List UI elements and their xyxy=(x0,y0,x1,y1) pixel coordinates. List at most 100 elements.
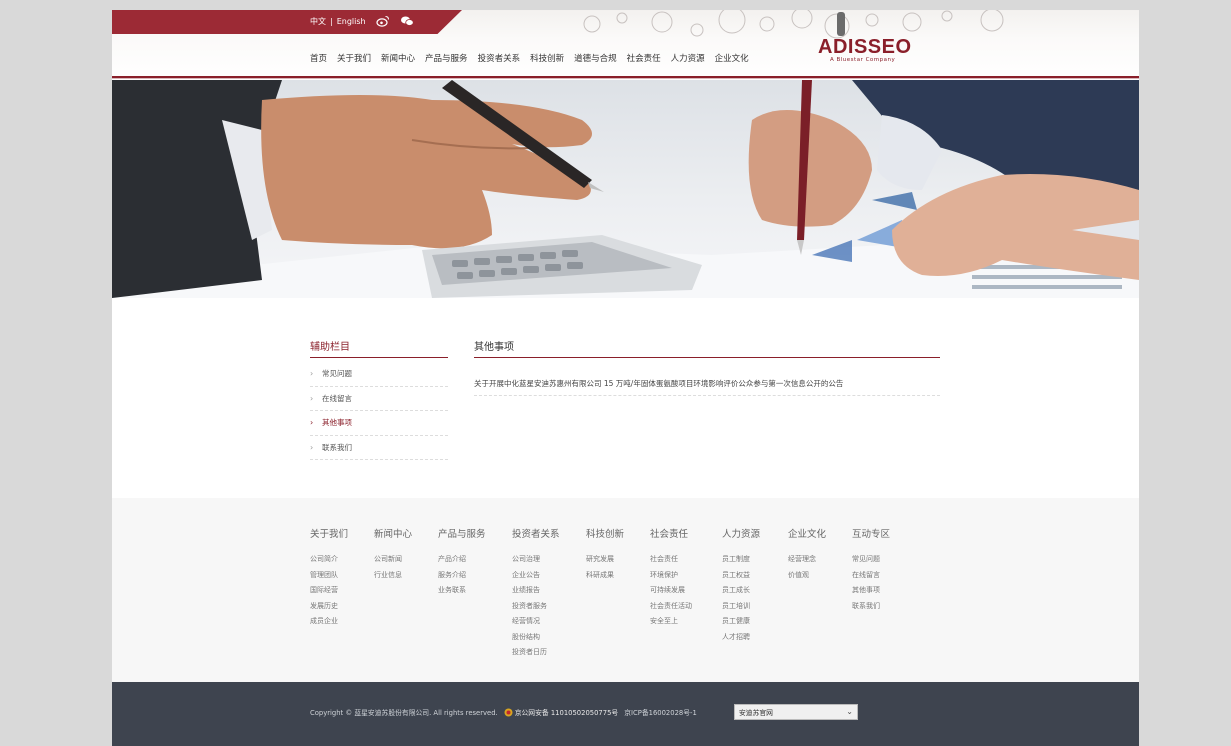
copyright-text: Copyright © 蓝星安迪苏股份有限公司. All rights rese… xyxy=(310,709,498,717)
footer-link[interactable]: 安全至上 xyxy=(650,614,722,630)
chevron-right-icon: › xyxy=(310,418,314,428)
nav-ethics[interactable]: 道德与合规 xyxy=(574,52,617,64)
footer-link[interactable]: 社会责任活动 xyxy=(650,599,722,615)
footer-col-heading[interactable]: 投资者关系 xyxy=(512,526,586,540)
nav-culture[interactable]: 企业文化 xyxy=(715,52,749,64)
footer-col-culture: 企业文化 经营理念 价值观 xyxy=(788,526,852,661)
footer-col-innovation: 科技创新 研究发展 科研成果 xyxy=(586,526,650,661)
footer-col-heading[interactable]: 企业文化 xyxy=(788,526,852,540)
logo-tagline: A Bluestar Company xyxy=(830,57,896,63)
nav-news[interactable]: 新闻中心 xyxy=(381,52,415,64)
footer-link[interactable]: 常见问题 xyxy=(852,552,916,568)
footer-col-responsibility: 社会责任 社会责任 环境保护 可持续发展 社会责任活动 安全至上 xyxy=(650,526,722,661)
footer-link[interactable]: 国际经营 xyxy=(310,583,374,599)
social-links xyxy=(376,14,414,28)
chevron-right-icon: › xyxy=(310,369,314,379)
chevron-down-icon: ⌄ xyxy=(846,707,853,716)
sidebar-item-label: 在线留言 xyxy=(322,393,352,403)
nav-investors[interactable]: 投资者关系 xyxy=(478,52,521,64)
footer-link[interactable]: 员工健康 xyxy=(722,614,788,630)
site-select[interactable]: 安迪苏官网 ⌄ xyxy=(734,704,858,720)
footer-link[interactable]: 经营理念 xyxy=(788,552,852,568)
footer-link[interactable]: 研究发展 xyxy=(586,552,650,568)
footer-link[interactable]: 公司治理 xyxy=(512,552,586,568)
page: 中文 | English ADISSEO A Bluestar Company xyxy=(112,10,1139,746)
footer-link[interactable]: 员工培训 xyxy=(722,599,788,615)
hero-banner xyxy=(112,80,1139,298)
footer-link[interactable]: 股份结构 xyxy=(512,630,586,646)
header-decoration xyxy=(583,10,1004,39)
footer-col-heading[interactable]: 产品与服务 xyxy=(438,526,512,540)
footer-link[interactable]: 环境保护 xyxy=(650,568,722,584)
nav-home[interactable]: 首页 xyxy=(310,52,327,64)
footer-col-heading[interactable]: 科技创新 xyxy=(586,526,650,540)
footer-link[interactable]: 员工制度 xyxy=(722,552,788,568)
footer-link[interactable]: 发展历史 xyxy=(310,599,374,615)
footer-col-products: 产品与服务 产品介绍 服务介绍 业务联系 xyxy=(438,526,512,661)
sidebar-item-other-matters[interactable]: › 其他事项 xyxy=(310,411,448,436)
footer-link[interactable]: 其他事项 xyxy=(852,583,916,599)
copyright-line: Copyright © 蓝星安迪苏股份有限公司. All rights rese… xyxy=(310,707,697,717)
hero-image xyxy=(112,80,1139,298)
footer-link[interactable]: 员工成长 xyxy=(722,583,788,599)
footer-col-interaction: 互动专区 常见问题 在线留言 其他事项 联系我们 xyxy=(852,526,916,661)
footer-col-heading[interactable]: 互动专区 xyxy=(852,526,916,540)
footer-link[interactable]: 联系我们 xyxy=(852,599,916,615)
sidebar-menu: › 常见问题 › 在线留言 › 其他事项 › 联系我们 xyxy=(310,362,448,460)
footer-link[interactable]: 科研成果 xyxy=(586,568,650,584)
footer-link[interactable]: 服务介绍 xyxy=(438,568,512,584)
sidebar-item-label: 联系我们 xyxy=(322,442,352,452)
page-title: 其他事项 xyxy=(474,342,514,353)
footer-link[interactable]: 业绩报告 xyxy=(512,583,586,599)
sidebar-item-online-message[interactable]: › 在线留言 xyxy=(310,387,448,411)
nav-responsibility[interactable]: 社会责任 xyxy=(627,52,661,64)
sidebar-item-contact[interactable]: › 联系我们 xyxy=(310,436,448,460)
footer-link[interactable]: 成员企业 xyxy=(310,614,374,630)
footer-col-heading[interactable]: 社会责任 xyxy=(650,526,722,540)
nav-about[interactable]: 关于我们 xyxy=(337,52,371,64)
sidebar-item-faq[interactable]: › 常见问题 xyxy=(310,362,448,387)
footer-link[interactable]: 产品介绍 xyxy=(438,552,512,568)
footer-col-heading[interactable]: 关于我们 xyxy=(310,526,374,540)
adisseo-logo[interactable]: ADISSEO A Bluestar Company xyxy=(818,36,928,70)
beian-text: 京公网安备 11010502050775号 xyxy=(514,709,619,717)
wechat-icon[interactable] xyxy=(400,14,414,28)
beian-link[interactable]: 京公网安备 11010502050775号 xyxy=(504,707,618,717)
footer-link[interactable]: 公司新闻 xyxy=(374,552,438,568)
site-select-value: 安迪苏官网 xyxy=(739,709,773,717)
footer-col-heading[interactable]: 人力资源 xyxy=(722,526,788,540)
nav-hr[interactable]: 人力资源 xyxy=(671,52,705,64)
icp-link[interactable]: 京ICP备16002028号-1 xyxy=(624,707,697,717)
language-switcher: 中文 | English xyxy=(310,16,366,27)
chevron-right-icon: › xyxy=(310,393,314,403)
footer-link[interactable]: 业务联系 xyxy=(438,583,512,599)
article-link[interactable]: 关于开展中化蓝星安迪苏惠州有限公司 15 万吨/年固体蛋氨酸项目环境影响评价公众… xyxy=(474,378,940,396)
footer-link[interactable]: 企业公告 xyxy=(512,568,586,584)
main-nav: 首页 关于我们 新闻中心 产品与服务 投资者关系 科技创新 道德与合规 社会责任… xyxy=(310,52,749,64)
footer-link[interactable]: 价值观 xyxy=(788,568,852,584)
footer-link[interactable]: 投资者服务 xyxy=(512,599,586,615)
lang-en-link[interactable]: English xyxy=(337,17,366,26)
footer-link[interactable]: 行业信息 xyxy=(374,568,438,584)
footer-col-hr: 人力资源 员工制度 员工权益 员工成长 员工培训 员工健康 人才招聘 xyxy=(722,526,788,661)
footer-link[interactable]: 经营情况 xyxy=(512,614,586,630)
nav-products[interactable]: 产品与服务 xyxy=(425,52,468,64)
lang-zh-link[interactable]: 中文 xyxy=(310,16,326,27)
chevron-right-icon: › xyxy=(310,442,314,452)
sidebar-title: 辅助栏目 xyxy=(310,342,350,353)
footer-link[interactable]: 管理团队 xyxy=(310,568,374,584)
footer-col-about: 关于我们 公司简介 管理团队 国际经营 发展历史 成员企业 xyxy=(310,526,374,661)
sidebar-title-underline xyxy=(310,357,448,358)
footer-link[interactable]: 员工权益 xyxy=(722,568,788,584)
nav-innovation[interactable]: 科技创新 xyxy=(530,52,564,64)
weibo-icon[interactable] xyxy=(376,14,390,28)
footer-col-investors: 投资者关系 公司治理 企业公告 业绩报告 投资者服务 经营情况 股份结构 投资者… xyxy=(512,526,586,661)
footer-link[interactable]: 可持续发展 xyxy=(650,583,722,599)
footer-link[interactable]: 公司简介 xyxy=(310,552,374,568)
footer-col-heading[interactable]: 新闻中心 xyxy=(374,526,438,540)
footer-link[interactable]: 社会责任 xyxy=(650,552,722,568)
sidebar-item-label: 其他事项 xyxy=(322,418,352,428)
footer-link[interactable]: 投资者日历 xyxy=(512,645,586,661)
footer-link[interactable]: 人才招聘 xyxy=(722,630,788,646)
footer-link[interactable]: 在线留言 xyxy=(852,568,916,584)
